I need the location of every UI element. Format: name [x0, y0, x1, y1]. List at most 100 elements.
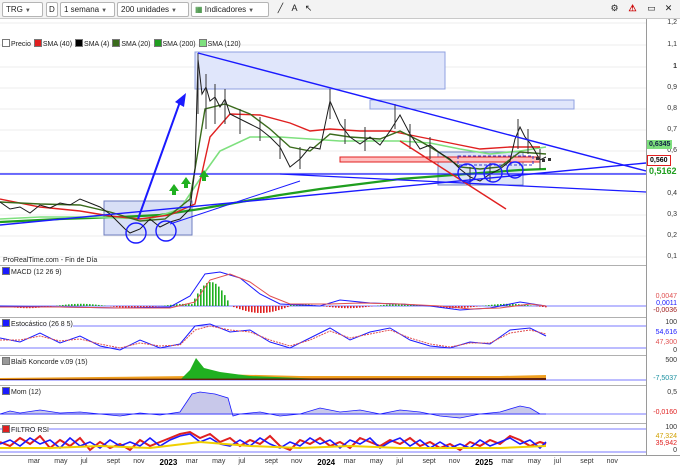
macd-histogram-bar: [530, 305, 532, 306]
pointer-icon[interactable]: ↖: [302, 2, 315, 17]
macd-histogram-bar: [209, 282, 211, 306]
macd-histogram-bar: [464, 306, 466, 308]
date-month-label: mar: [501, 458, 514, 465]
indicators-icon: ▦: [195, 5, 203, 14]
period-label: 1 semana: [64, 5, 100, 14]
macd-histogram-bar: [392, 304, 394, 306]
legend-label: SMA (120): [207, 41, 241, 48]
chevron-down-icon: ▼: [24, 8, 31, 14]
macd-histogram-bar: [74, 303, 76, 306]
macd-histogram-bar: [212, 282, 214, 306]
price-tag-current: 0,560: [647, 155, 671, 166]
macd-histogram-bar: [389, 304, 391, 306]
alert-icon[interactable]: ⚠: [626, 2, 639, 17]
legend-swatch: [153, 39, 162, 47]
window-icon[interactable]: ▭: [645, 2, 658, 17]
stochastic-panel[interactable]: Estocástico (26 8 5): [0, 317, 646, 355]
macd-histogram-bar: [191, 304, 193, 306]
macd-histogram-bar: [236, 306, 238, 309]
resistance-box-top[interactable]: [194, 51, 446, 90]
date-month-label: may: [527, 458, 541, 465]
legend-item-3[interactable]: SMA (20): [112, 39, 151, 50]
period-icon-button[interactable]: D: [46, 2, 58, 17]
settings-icon[interactable]: ⚙: [608, 2, 621, 17]
macd-histogram-bar: [200, 289, 202, 306]
legend-item-1[interactable]: SMA (40): [33, 39, 73, 50]
stoch-swatch: [2, 319, 10, 327]
rsi-panel[interactable]: FILTRO RSI: [0, 423, 646, 455]
stoch-value-2: 47,300: [655, 339, 677, 346]
koncorde-panel[interactable]: Blai5 Koncorde v.09 (15): [0, 355, 646, 385]
macd-histogram-bar: [368, 306, 370, 307]
macd-histogram-bar: [365, 306, 367, 308]
macd-svg: [0, 271, 646, 313]
legend-label: SMA (4): [84, 41, 110, 48]
indicators-button[interactable]: ▦ Indicadores ▼: [191, 2, 269, 17]
macd-histogram-bar: [83, 303, 85, 306]
macd-histogram-bar: [206, 283, 208, 306]
period-selector[interactable]: 1 semana ▼: [60, 2, 115, 17]
macd-histogram-bar: [335, 306, 337, 308]
koncorde-value: -7,5037: [653, 375, 677, 382]
macd-histogram-bar: [281, 306, 283, 310]
price-tag-sma120: 0,6345: [647, 140, 673, 149]
macd-histogram-bar: [359, 306, 361, 308]
macd-histogram-bar: [353, 306, 355, 309]
units-selector[interactable]: 200 unidades ▼: [117, 2, 189, 17]
macd-histogram-bar: [356, 306, 358, 308]
date-month-label: jul: [238, 458, 246, 465]
date-month-label: mar: [185, 458, 198, 465]
macd-histogram-bar: [347, 306, 349, 309]
koncorde-label: Blai5 Koncorde v.09 (15): [2, 357, 88, 367]
close-icon[interactable]: ✕: [662, 2, 675, 17]
macd-histogram-bar: [278, 306, 280, 311]
rsi-label: FILTRO RSI: [2, 425, 49, 435]
indicators-label: Indicadores: [204, 5, 247, 14]
macd-histogram-bar: [341, 306, 343, 309]
stoch-top: 100: [665, 319, 677, 326]
macd-histogram-bar: [89, 304, 91, 306]
date-month-label: sept: [264, 458, 278, 465]
units-label: 200 unidades: [121, 5, 170, 14]
price-axis[interactable]: 1,21,110,90,80,70,60,50,40,30,20,1 0,634…: [646, 19, 680, 455]
macd-histogram-bar: [467, 306, 469, 308]
legend-swatch: [112, 39, 121, 47]
macd-histogram-bar: [227, 300, 229, 306]
stochastic-label: Estocástico (26 8 5): [2, 319, 73, 329]
macd-histogram-bar: [86, 303, 88, 306]
macd-histogram-bar: [362, 306, 364, 308]
macd-panel[interactable]: MACD (12 26 9): [0, 265, 646, 317]
date-month-label: nov: [448, 458, 461, 465]
rsi-svg: [0, 428, 646, 453]
macd-histogram-bar: [329, 306, 331, 308]
price-chart-panel[interactable]: Precio SMA (40) SMA (4) SMA (20) SMA (200) SM…: [0, 19, 646, 265]
price-tick: 0,3: [667, 211, 677, 218]
legend-item-5[interactable]: SMA (120): [198, 39, 241, 50]
momentum-label: Mom (12): [2, 387, 41, 397]
stoch-k-line: [0, 323, 547, 351]
ticker-selector[interactable]: TRG ▼: [2, 2, 43, 17]
resistance-box-mid[interactable]: [369, 99, 575, 110]
date-month-label: may: [54, 458, 68, 465]
date-month-label: jul: [554, 458, 562, 465]
macd-histogram-bar: [218, 286, 220, 306]
text-tool-icon[interactable]: A: [288, 2, 301, 17]
legend-item-2[interactable]: SMA (4): [75, 39, 109, 50]
macd-histogram-bar: [116, 306, 118, 308]
macd-histogram-bar: [68, 304, 70, 306]
legend-label: SMA (40): [42, 41, 73, 48]
macd-histogram-bar: [101, 305, 103, 306]
macd-histogram-bar: [491, 304, 493, 306]
price-tick: 1: [673, 63, 677, 70]
macd-histogram-bar: [494, 304, 496, 306]
draw-line-icon[interactable]: ╱: [274, 2, 287, 17]
chevron-down-icon: ▼: [248, 8, 255, 14]
koncorde-swatch: [2, 357, 10, 365]
legend-item-4[interactable]: SMA (200): [153, 39, 196, 50]
macd-signal-line: [0, 273, 547, 310]
momentum-panel[interactable]: Mom (12): [0, 385, 646, 423]
date-axis[interactable]: mar may jul sept nov 2023 mar may jul sept nov 2024…: [0, 455, 680, 467]
legend-label: SMA (200): [162, 41, 196, 48]
price-tick: 0,9: [667, 84, 677, 91]
legend-item-0[interactable]: Precio: [2, 39, 31, 50]
